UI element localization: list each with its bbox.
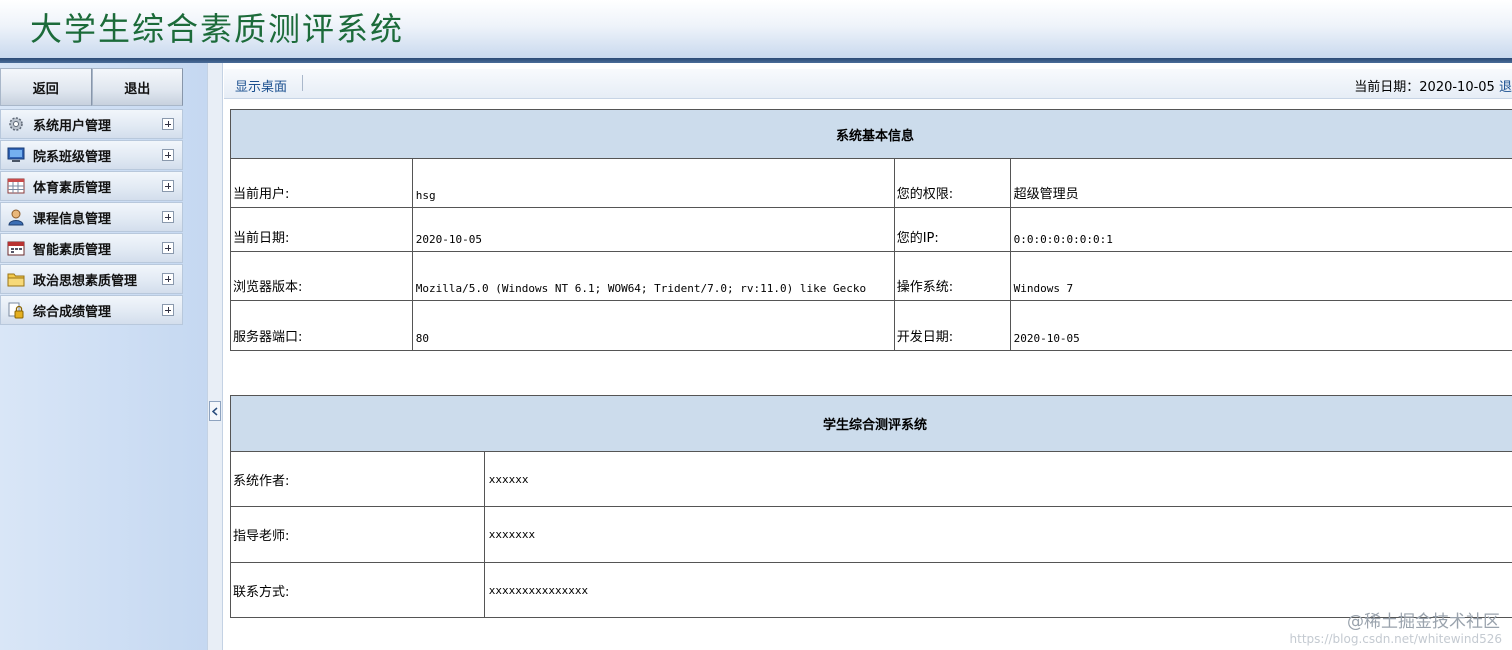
system-info-heading: 系统基本信息 <box>230 109 1512 159</box>
label-current-user: 当前用户: <box>230 158 413 208</box>
table-row: 当前日期: 2020-10-05 您的IP: 0:0:0:0:0:0:0:1 <box>230 207 1512 252</box>
exit-button[interactable]: 退出 <box>91 68 183 106</box>
chevron-left-icon <box>212 406 218 416</box>
current-date: 当前日期：2020-10-05 <box>1354 80 1495 95</box>
expand-icon[interactable] <box>162 211 174 223</box>
expand-icon[interactable] <box>162 273 174 285</box>
sidebar-top-buttons: 返回 退出 <box>0 68 183 106</box>
table-row: 当前用户: hsg 您的权限: 超级管理员 <box>230 158 1512 208</box>
toolbar-divider <box>302 75 303 91</box>
table-row: 联系方式: xxxxxxxxxxxxxxx <box>230 562 1512 618</box>
value-server-port: 80 <box>411 300 895 351</box>
label-advisor: 指导老师: <box>230 506 485 563</box>
expand-icon[interactable] <box>162 180 174 192</box>
back-button[interactable]: 返回 <box>0 68 92 106</box>
show-desktop-link[interactable]: 显示桌面 <box>235 76 287 95</box>
label-current-date: 当前日期: <box>230 207 413 252</box>
label-browser: 浏览器版本: <box>230 251 413 301</box>
label-author: 系统作者: <box>230 451 485 507</box>
label-ip: 您的IP: <box>893 207 1011 252</box>
table-icon <box>6 177 26 195</box>
sidebar-splitter[interactable] <box>207 63 223 650</box>
expand-icon[interactable] <box>162 304 174 316</box>
logout-link[interactable]: 退 <box>1499 80 1512 95</box>
table-row: 指导老师: xxxxxxx <box>230 506 1512 563</box>
about-heading: 学生综合测评系统 <box>230 395 1512 452</box>
expand-icon[interactable] <box>162 149 174 161</box>
table-row: 系统作者: xxxxxx <box>230 451 1512 507</box>
main-content: 显示桌面 当前日期：2020-10-05 退 系统基本信息 当前用户: hsg … <box>224 63 1512 650</box>
value-ip: 0:0:0:0:0:0:0:1 <box>1009 207 1512 252</box>
label-server-port: 服务器端口: <box>230 300 413 351</box>
sidebar-item-political[interactable]: 政治思想素质管理 <box>0 264 183 294</box>
sidebar-item-label: 系统用户管理 <box>33 118 112 134</box>
table-row: 服务器端口: 80 开发日期: 2020-10-05 <box>230 300 1512 351</box>
value-current-user: hsg <box>411 158 895 208</box>
label-permission: 您的权限: <box>893 158 1011 208</box>
sidebar-item-label: 综合成绩管理 <box>33 304 112 320</box>
watermark-url: https://blog.csdn.net/whitewind526 <box>1289 632 1502 646</box>
sidebar: 返回 退出 系统用户管理 院系班级管理 体育素质管理 课程信息管理 智能素质管理… <box>0 63 207 650</box>
sidebar-item-intelligence[interactable]: 智能素质管理 <box>0 233 183 263</box>
folder-icon <box>6 270 26 288</box>
user-icon <box>6 208 26 226</box>
value-current-date: 2020-10-05 <box>411 207 895 252</box>
sidebar-menu: 系统用户管理 院系班级管理 体育素质管理 课程信息管理 智能素质管理 政治思想素… <box>0 109 183 326</box>
app-title: 大学生综合素质测评系统 <box>30 10 405 48</box>
sidebar-item-scores[interactable]: 综合成绩管理 <box>0 295 183 325</box>
computer-icon <box>6 146 26 164</box>
about-table: 学生综合测评系统 系统作者: xxxxxx 指导老师: xxxxxxx 联系方式… <box>230 395 1512 618</box>
value-author: xxxxxx <box>483 451 1512 507</box>
value-browser: Mozilla/5.0 (Windows NT 6.1; WOW64; Trid… <box>411 251 895 301</box>
sidebar-item-system-users[interactable]: 系统用户管理 <box>0 109 183 139</box>
value-advisor: xxxxxxx <box>483 506 1512 563</box>
sidebar-item-courses[interactable]: 课程信息管理 <box>0 202 183 232</box>
sidebar-item-label: 政治思想素质管理 <box>33 273 138 289</box>
label-dev-date: 开发日期: <box>893 300 1011 351</box>
table-row: 浏览器版本: Mozilla/5.0 (Windows NT 6.1; WOW6… <box>230 251 1512 301</box>
watermark-text: @稀土掘金技术社区 <box>1347 612 1500 632</box>
sidebar-item-label: 体育素质管理 <box>33 180 112 196</box>
value-dev-date: 2020-10-05 <box>1009 300 1512 351</box>
current-date-area: 当前日期：2020-10-05 退 <box>1354 76 1512 95</box>
sidebar-item-label: 课程信息管理 <box>33 211 112 227</box>
collapse-sidebar-button[interactable] <box>209 401 221 421</box>
sidebar-item-departments[interactable]: 院系班级管理 <box>0 140 183 170</box>
sidebar-item-physical[interactable]: 体育素质管理 <box>0 171 183 201</box>
label-contact: 联系方式: <box>230 562 485 618</box>
calendar-icon <box>6 239 26 257</box>
value-permission: 超级管理员 <box>1009 158 1512 208</box>
gear-icon <box>6 115 26 133</box>
sidebar-item-label: 院系班级管理 <box>33 149 112 165</box>
app-header: 大学生综合素质测评系统 <box>0 0 1512 58</box>
value-os: Windows 7 <box>1009 251 1512 301</box>
expand-icon[interactable] <box>162 118 174 130</box>
label-os: 操作系统: <box>893 251 1011 301</box>
sidebar-item-label: 智能素质管理 <box>33 242 112 258</box>
lock-icon <box>6 301 26 319</box>
system-info-table: 系统基本信息 当前用户: hsg 您的权限: 超级管理员 当前日期: 2020-… <box>230 109 1512 351</box>
toolbar: 显示桌面 当前日期：2020-10-05 退 <box>224 69 1512 99</box>
expand-icon[interactable] <box>162 242 174 254</box>
